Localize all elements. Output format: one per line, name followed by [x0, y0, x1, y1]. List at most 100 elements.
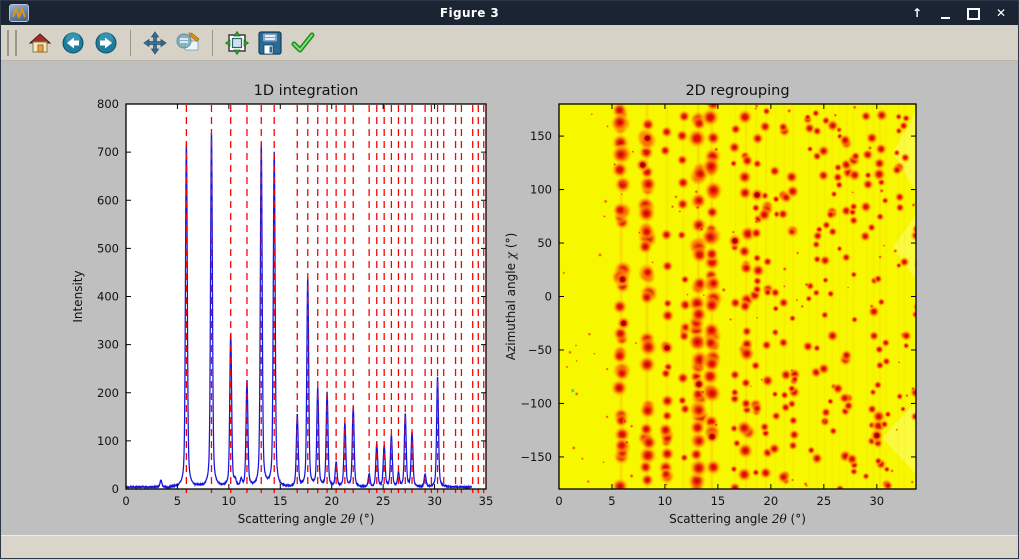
diffraction-spot [620, 193, 623, 196]
zoom-to-rect-button[interactable] [174, 29, 202, 57]
diffraction-spot [762, 256, 773, 267]
diffraction-spot-core [879, 147, 882, 150]
diffraction-spot [703, 180, 724, 201]
diffraction-spot-core [784, 406, 787, 409]
save-button[interactable] [256, 29, 284, 57]
close-button[interactable]: ✕ [994, 6, 1008, 20]
diffraction-spot [900, 152, 911, 163]
x-tick-label: 35 [479, 494, 494, 508]
maximize-button[interactable] [966, 7, 980, 20]
diffraction-spot [852, 105, 857, 110]
diffraction-spot [827, 226, 838, 237]
diffraction-spot [686, 293, 689, 296]
diffraction-spot [598, 253, 603, 258]
diffraction-spot [771, 390, 779, 398]
diffraction-spot [701, 156, 721, 176]
hot-spot-core [645, 136, 650, 141]
diffraction-spot [602, 461, 605, 464]
diffraction-spot-core [794, 378, 796, 380]
diffraction-spot [621, 180, 626, 185]
diffraction-spot [736, 442, 754, 460]
x-tick-label: 5 [174, 494, 181, 508]
x-tick-label: 25 [817, 494, 832, 508]
statusbar [1, 535, 1018, 558]
diffraction-spot-core [743, 305, 747, 309]
diffraction-spot-core [853, 274, 855, 276]
pan-icon [143, 31, 167, 55]
hot-spot-core [621, 321, 626, 326]
diffraction-spot-core [766, 379, 770, 383]
back-button[interactable] [59, 29, 87, 57]
diffraction-spot-core [743, 115, 747, 119]
toolbar-separator [212, 30, 213, 56]
diffraction-spot [867, 223, 877, 233]
diffraction-spot [868, 330, 880, 342]
diffraction-spot [800, 304, 804, 308]
home-button[interactable] [26, 29, 54, 57]
diffraction-spot [790, 368, 794, 372]
y-tick-label: 600 [97, 193, 119, 207]
hot-spot-core [709, 434, 714, 439]
diffraction-spot [784, 170, 798, 184]
diffraction-spot [728, 141, 742, 155]
plot-1d-integration[interactable]: 0510152025303501002003004005006007008001… [71, 83, 493, 526]
diffraction-spot [878, 255, 883, 260]
maximize-icon [967, 8, 980, 20]
diffraction-spot [812, 126, 823, 137]
diffraction-spot [613, 437, 630, 454]
diffraction-spot-core [807, 116, 809, 118]
diffraction-spot [665, 483, 668, 486]
diffraction-spot-core [756, 280, 759, 283]
diffraction-spot-core [697, 253, 702, 258]
configure-subplots-button[interactable] [223, 29, 251, 57]
diffraction-spot [640, 434, 658, 452]
diffraction-spot [898, 361, 901, 364]
diffraction-spot [705, 459, 722, 476]
diffraction-spot-core [885, 342, 888, 345]
x-tick-label: 30 [427, 494, 442, 508]
diffraction-spot [896, 392, 904, 400]
diffraction-spot [846, 453, 859, 466]
diffraction-spot-core [845, 209, 848, 212]
diffraction-spot [752, 284, 763, 295]
pan-button[interactable] [141, 29, 169, 57]
figure-canvas[interactable]: 0510152025303501002003004005006007008001… [1, 61, 1018, 535]
diffraction-spot-core [746, 159, 750, 163]
diffraction-spot [819, 254, 831, 266]
diffraction-spot-core [887, 413, 889, 415]
diffraction-spot [634, 342, 637, 345]
diffraction-spot [837, 128, 841, 132]
diffraction-spot [660, 368, 672, 380]
diffraction-spot [833, 113, 837, 117]
diffraction-spot [812, 288, 821, 297]
customize-button[interactable] [289, 29, 317, 57]
diffraction-spot [637, 355, 657, 375]
x-tick-label: 25 [376, 494, 391, 508]
plot-2d-regrouping[interactable]: 051015202530−150−100−500501001502D regro… [504, 83, 923, 526]
axis-label: Intensity [71, 270, 85, 322]
diffraction-spot-core [708, 115, 713, 120]
diffraction-spot-core [756, 163, 759, 166]
diffraction-spot [847, 286, 849, 288]
diffraction-spot [771, 328, 780, 337]
diffraction-spot-core [681, 399, 684, 402]
diffraction-spot-core [684, 303, 688, 307]
diffraction-spot-core [664, 473, 667, 476]
diffraction-spot-core [680, 234, 683, 237]
diffraction-spot [703, 335, 720, 352]
y-tick-label: 300 [97, 338, 119, 352]
diffraction-spot [883, 244, 886, 247]
window-titlebar[interactable]: Figure 3 ↑ ✕ [1, 1, 1018, 25]
toolbar-grip[interactable] [7, 30, 17, 56]
diffraction-spot [605, 415, 609, 419]
diffraction-spot [738, 345, 755, 362]
forward-button[interactable] [92, 29, 120, 57]
diffraction-spot [822, 276, 830, 284]
figure-plots[interactable]: 0510152025303501002003004005006007008001… [1, 61, 1016, 537]
hot-spot-core [754, 192, 759, 197]
diffraction-spot [840, 349, 853, 362]
minimize-button[interactable] [938, 7, 952, 19]
diffraction-spot [729, 482, 742, 495]
diffraction-spot [900, 330, 912, 342]
rollup-button[interactable]: ↑ [910, 6, 924, 20]
